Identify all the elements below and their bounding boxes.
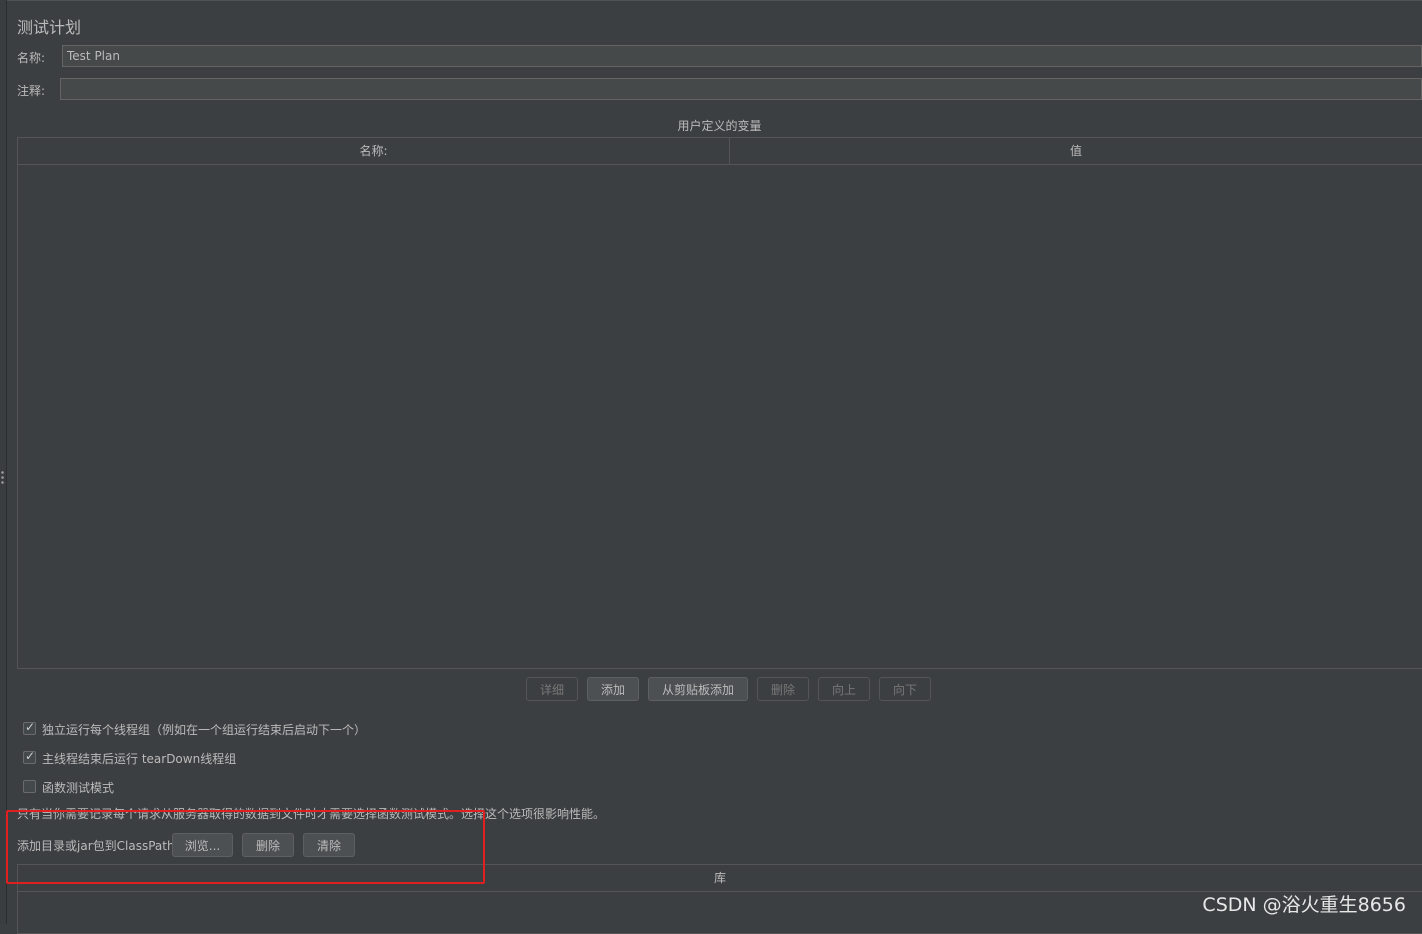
top-divider <box>7 0 1422 4</box>
comment-label: 注释: <box>17 84 46 98</box>
serialize-thread-groups-label[interactable]: 独立运行每个线程组（例如在一个组运行结束后启动下一个） <box>42 721 366 738</box>
up-button[interactable]: 向上 <box>818 677 870 701</box>
functional-mode-checkbox[interactable] <box>23 780 36 793</box>
name-field[interactable]: Test Plan <box>62 45 1422 67</box>
watermark: CSDN @浴火重生8656 <box>1202 894 1406 916</box>
variables-table[interactable]: 名称: 值 <box>17 137 1422 669</box>
add-button[interactable]: 添加 <box>587 677 639 701</box>
delete-button[interactable]: 删除 <box>757 677 809 701</box>
variables-table-caption: 用户定义的变量 <box>677 119 762 133</box>
panel-title: 测试计划 <box>17 18 82 37</box>
variables-table-header: 名称: 值 <box>18 138 1422 165</box>
column-header-value[interactable]: 值 <box>730 138 1422 164</box>
left-splitter[interactable] <box>0 0 7 924</box>
name-label: 名称: <box>17 51 46 65</box>
checkmark-icon: ✓ <box>25 749 36 763</box>
highlight-annotation-box <box>6 810 485 884</box>
down-button[interactable]: 向下 <box>879 677 931 701</box>
checkmark-icon: ✓ <box>25 720 36 734</box>
column-header-name[interactable]: 名称: <box>18 138 729 164</box>
detail-button[interactable]: 详细 <box>526 677 578 701</box>
teardown-after-shutdown-checkbox[interactable]: ✓ <box>23 749 36 764</box>
functional-mode-label[interactable]: 函数测试模式 <box>42 779 114 796</box>
comment-field[interactable] <box>60 78 1422 100</box>
serialize-thread-groups-checkbox[interactable]: ✓ <box>23 720 36 735</box>
add-from-clipboard-button[interactable]: 从剪贴板添加 <box>648 677 748 701</box>
splitter-grip-icon[interactable] <box>1 470 4 484</box>
teardown-after-shutdown-label[interactable]: 主线程结束后运行 tearDown线程组 <box>42 750 236 767</box>
